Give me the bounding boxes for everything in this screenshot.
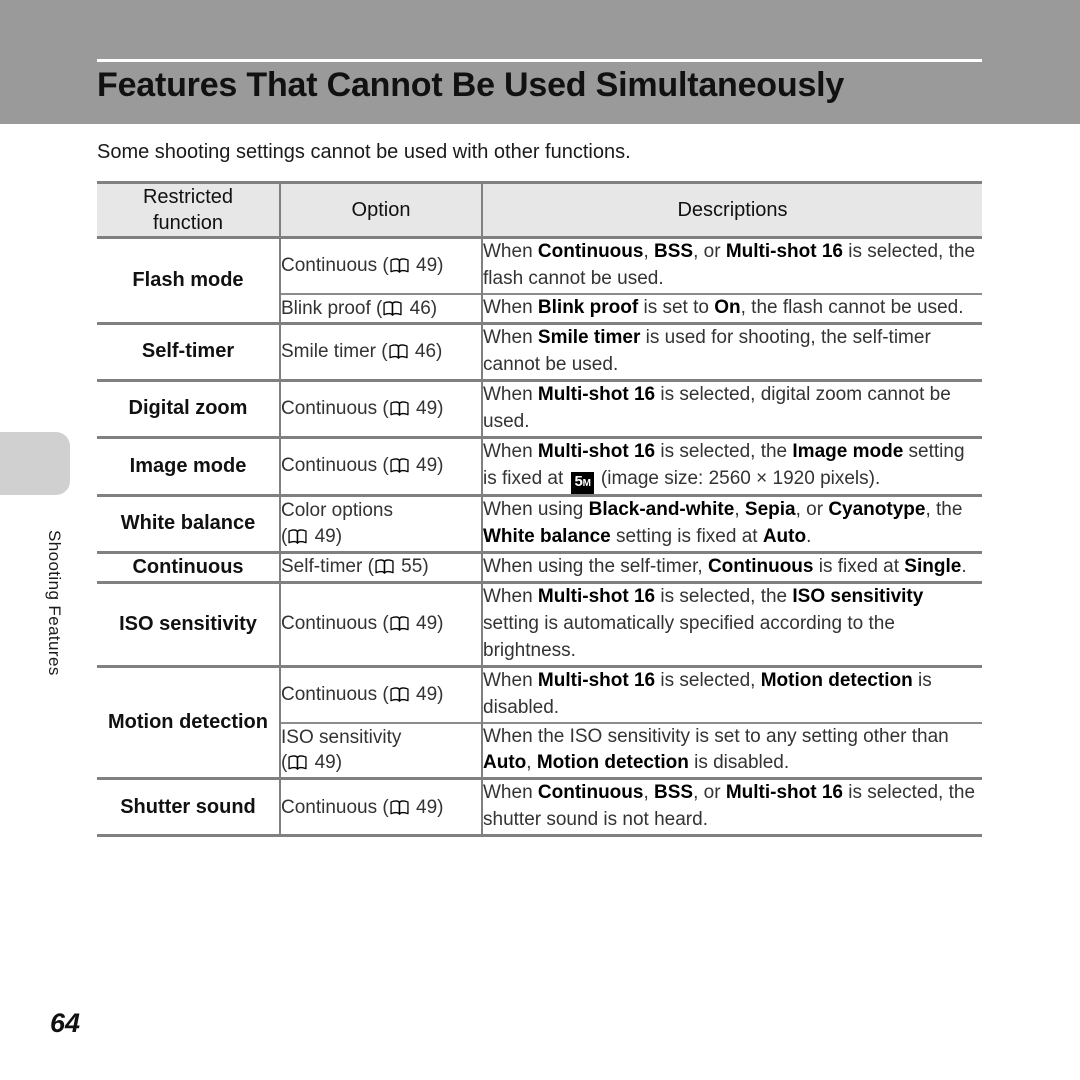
cell-description: When using the self-timer, Continuous is… xyxy=(481,550,982,583)
cell-description: When Multi-shot 16 is selected, the Imag… xyxy=(481,435,982,496)
table-row: ISO sensitivity Continuous ( 49) When Mult… xyxy=(97,580,982,667)
cell-description: When Blink proof is set to On, the flash… xyxy=(481,292,982,324)
cell-description: When using Black-and-white, Sepia, or Cy… xyxy=(481,493,982,553)
cell-option: Continuous ( 49) xyxy=(279,580,482,667)
table-row: Continuous Self-timer ( 55) When using the… xyxy=(97,550,982,583)
cell-description: When Continuous, BSS, or Multi-shot 16 i… xyxy=(481,777,982,838)
column-header-line-2: function xyxy=(152,212,224,234)
section-tab-marker xyxy=(0,432,70,495)
cell-description: When Multi-shot 16 is selected, the ISO … xyxy=(481,580,982,667)
column-header-line-1: Restricted xyxy=(142,186,234,208)
column-header-option: Option xyxy=(279,181,482,239)
section-tab-label: Shooting Features xyxy=(45,530,64,676)
cell-restricted-function: Continuous xyxy=(97,550,280,583)
column-header-restricted-function: Restricted function xyxy=(97,181,280,239)
cell-option: Continuous ( 49) xyxy=(279,664,482,723)
cell-restricted-function: ISO sensitivity xyxy=(97,580,280,667)
cell-restricted-function: Shutter sound xyxy=(97,777,280,838)
cell-description: When Smile timer is used for shooting, t… xyxy=(481,321,982,381)
cell-description: When Multi-shot 16 is selected, digital … xyxy=(481,378,982,438)
table-row: White balance Color options( 49) When usin… xyxy=(97,493,982,553)
book-page-reference-icon xyxy=(390,458,409,474)
page-header-band: Features That Cannot Be Used Simultaneou… xyxy=(0,0,1080,124)
table-body: Flash mode Continuous ( 49) When Continuou… xyxy=(97,235,982,838)
book-page-reference-icon xyxy=(390,616,409,631)
table-row: Flash mode Continuous ( 49) When Continuou… xyxy=(97,235,982,324)
book-page-reference-icon xyxy=(390,799,409,815)
column-header-descriptions: Descriptions xyxy=(481,181,982,239)
table-row: Motion detection Continuous ( 49) When Mul… xyxy=(97,664,982,779)
cell-restricted-function: Flash mode xyxy=(97,236,280,324)
book-page-reference-icon xyxy=(383,300,402,316)
cell-option: Color options( 49) xyxy=(279,493,482,553)
cell-description: When Multi-shot 16 is selected, Motion d… xyxy=(481,664,982,723)
book-page-reference-icon xyxy=(375,559,394,575)
table-row: Image mode Continuous ( 49) When Multi-sho… xyxy=(97,435,982,496)
book-page-reference-icon xyxy=(390,686,409,702)
compatibility-table-wrapper: Restricted function Option Descriptions … xyxy=(97,181,982,838)
book-page-reference-icon xyxy=(390,401,409,416)
intro-paragraph: Some shooting settings cannot be used wi… xyxy=(97,141,631,163)
cell-restricted-function: Digital zoom xyxy=(97,378,280,438)
cell-option: Blink proof ( 46) xyxy=(279,292,482,324)
cell-restricted-function: Self-timer xyxy=(97,321,280,381)
table-row: Shutter sound Continuous ( 49) When Contin… xyxy=(97,777,982,838)
cell-restricted-function: Motion detection xyxy=(97,664,280,779)
book-page-reference-icon xyxy=(288,529,307,544)
cell-option: Smile timer ( 46) xyxy=(279,321,482,381)
header-divider-rule xyxy=(97,59,982,62)
cell-option: Continuous ( 49) xyxy=(279,777,482,838)
cell-description: When Continuous, BSS, or Multi-shot 16 i… xyxy=(481,235,982,294)
cell-option: ISO sensitivity( 49) xyxy=(279,721,482,779)
cell-option: Self-timer ( 55) xyxy=(279,550,482,583)
book-page-reference-icon xyxy=(390,258,409,273)
book-page-reference-icon xyxy=(288,755,307,771)
cell-restricted-function: Image mode xyxy=(97,435,280,496)
cell-option: Continuous ( 49) xyxy=(279,378,482,438)
cell-restricted-function: White balance xyxy=(97,493,280,553)
table-header-row: Restricted function Option Descriptions xyxy=(97,181,982,239)
compatibility-table: Restricted function Option Descriptions … xyxy=(97,181,982,838)
cell-option: Continuous ( 49) xyxy=(279,435,482,496)
table-row: Self-timer Smile timer ( 46) When Smile ti… xyxy=(97,321,982,381)
page-number: 64 xyxy=(50,1008,81,1038)
page-title: Features That Cannot Be Used Simultaneou… xyxy=(97,66,845,104)
cell-option: Continuous ( 49) xyxy=(279,235,482,294)
table-header: Restricted function Option Descriptions xyxy=(97,181,982,239)
cell-description: When the ISO sensitivity is set to any s… xyxy=(481,721,982,779)
book-page-reference-icon xyxy=(389,344,408,359)
table-row: Digital zoom Continuous ( 49) When Multi-s… xyxy=(97,378,982,438)
